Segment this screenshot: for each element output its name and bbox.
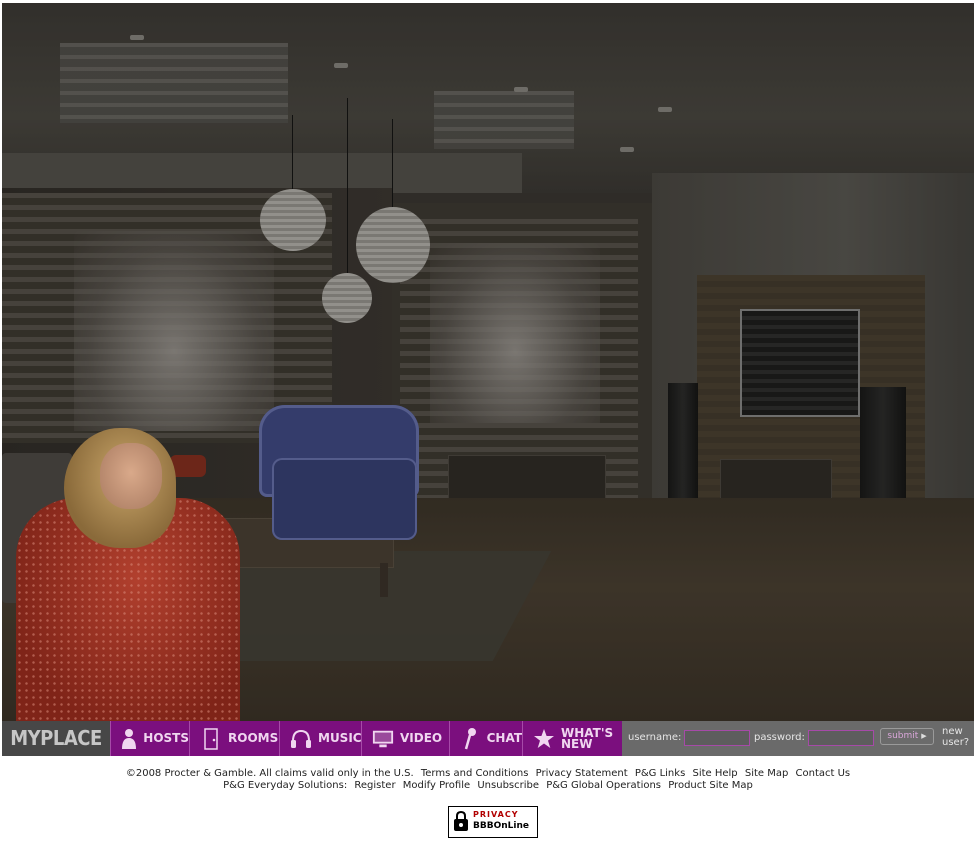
- product-site-map-link[interactable]: Product Site Map: [668, 780, 753, 791]
- microphone-icon: [460, 727, 481, 751]
- nav-chat[interactable]: CHAT: [449, 721, 522, 756]
- myplace-logo[interactable]: MYPLACE: [2, 721, 110, 756]
- everyday-solutions-label: P&G Everyday Solutions:: [223, 780, 348, 791]
- nav-music[interactable]: MUSIC: [279, 721, 362, 756]
- nav-hosts-label: HOSTS: [143, 731, 189, 745]
- headphones-icon: [290, 727, 312, 751]
- username-label: username:: [628, 732, 682, 743]
- nav-rooms-label: ROOMS: [228, 731, 279, 745]
- star-icon: [533, 727, 555, 751]
- main-nav-bar: MYPLACE HOSTS ROOMS MUSIC VIDEO CHAT WHA…: [2, 721, 974, 756]
- seal-bbbonline-text: BBBOnLine: [473, 821, 529, 831]
- bbb-privacy-seal[interactable]: PRIVACY BBBOnLine: [448, 806, 538, 838]
- submit-label: submit: [887, 731, 919, 741]
- padlock-icon: [454, 810, 468, 831]
- register-link[interactable]: Register: [354, 780, 395, 791]
- submit-button[interactable]: submit ▶: [880, 728, 934, 745]
- whats-new-line2: NEW: [561, 736, 593, 751]
- play-arrow-icon: ▶: [921, 732, 927, 740]
- person-icon: [121, 727, 137, 751]
- site-help-link[interactable]: Site Help: [692, 768, 737, 779]
- new-user-line1: new: [942, 726, 963, 737]
- footer-line2: P&G Everyday Solutions: Register Modify …: [0, 780, 976, 792]
- nav-whats-new-label: WHAT'S NEW: [561, 727, 613, 751]
- door-icon: [200, 727, 222, 751]
- copyright-text: ©2008 Procter & Gamble. All claims valid…: [125, 768, 414, 779]
- privacy-statement-link[interactable]: Privacy Statement: [536, 768, 628, 779]
- new-user-link[interactable]: new user?: [942, 726, 972, 748]
- nav-rooms[interactable]: ROOMS: [189, 721, 279, 756]
- password-label: password:: [754, 732, 805, 743]
- footer-line1: ©2008 Procter & Gamble. All claims valid…: [0, 768, 976, 780]
- room-scene: [2, 3, 974, 721]
- footer: ©2008 Procter & Gamble. All claims valid…: [0, 768, 976, 792]
- unsubscribe-link[interactable]: Unsubscribe: [477, 780, 539, 791]
- nav-music-label: MUSIC: [318, 731, 362, 745]
- seal-privacy-text: PRIVACY: [473, 810, 519, 819]
- nav-chat-label: CHAT: [486, 731, 522, 745]
- nav-video[interactable]: VIDEO: [361, 721, 449, 756]
- nav-video-label: VIDEO: [400, 731, 443, 745]
- contact-us-link[interactable]: Contact Us: [796, 768, 851, 779]
- monitor-icon: [372, 727, 394, 751]
- modify-profile-link[interactable]: Modify Profile: [403, 780, 470, 791]
- site-map-link[interactable]: Site Map: [745, 768, 788, 779]
- username-input[interactable]: [684, 730, 750, 746]
- terms-link[interactable]: Terms and Conditions: [421, 768, 529, 779]
- global-operations-link[interactable]: P&G Global Operations: [546, 780, 661, 791]
- pg-links-link[interactable]: P&G Links: [635, 768, 685, 779]
- password-input[interactable]: [808, 730, 874, 746]
- nav-hosts[interactable]: HOSTS: [110, 721, 189, 756]
- host-character-face: [100, 443, 162, 509]
- nav-whats-new[interactable]: WHAT'S NEW: [522, 721, 622, 756]
- login-panel: username: password: submit ▶ new user?: [622, 721, 974, 756]
- new-user-line2: user?: [942, 737, 970, 748]
